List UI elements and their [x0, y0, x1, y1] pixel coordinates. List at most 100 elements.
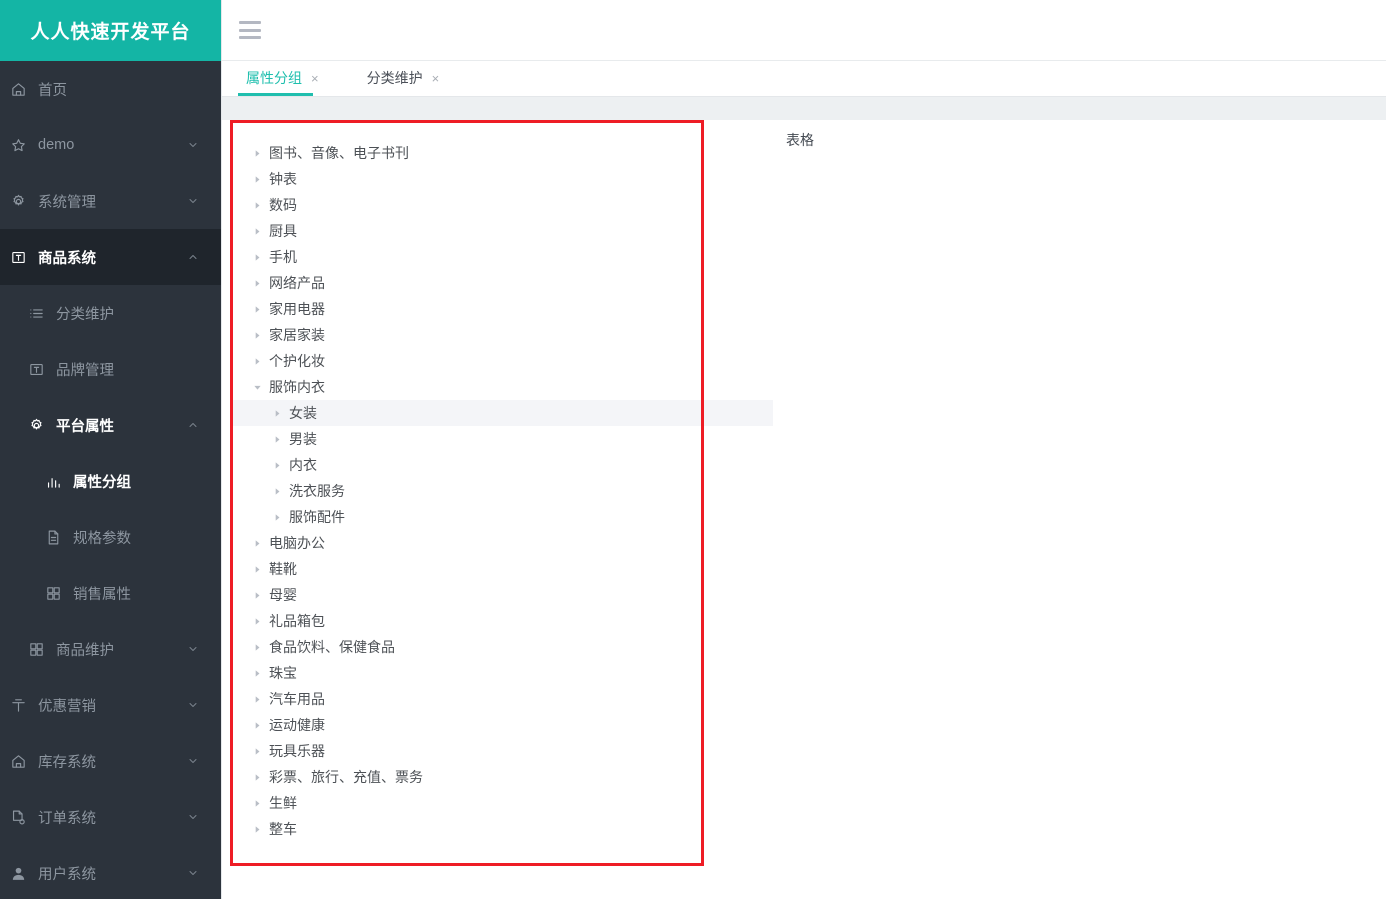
- caret-right-icon[interactable]: [249, 691, 265, 707]
- tree-node[interactable]: 母婴: [233, 582, 773, 608]
- close-icon[interactable]: ×: [311, 72, 319, 85]
- sidebar-item-8[interactable]: 规格参数: [0, 509, 221, 565]
- caret-right-icon[interactable]: [249, 353, 265, 369]
- caret-right-icon[interactable]: [249, 769, 265, 785]
- tree-node[interactable]: 钟表: [233, 166, 773, 192]
- tree-node[interactable]: 网络产品: [233, 270, 773, 296]
- tree-node[interactable]: 珠宝: [233, 660, 773, 686]
- tree-node[interactable]: 洗衣服务: [233, 478, 773, 504]
- sidebar-item-7[interactable]: 属性分组: [0, 453, 221, 509]
- caret-right-icon[interactable]: [249, 145, 265, 161]
- caret-right-icon[interactable]: [249, 717, 265, 733]
- tree-node-label: 内衣: [289, 457, 317, 473]
- tree-node[interactable]: 汽车用品: [233, 686, 773, 712]
- order-icon: [10, 807, 38, 827]
- sidebar-item-12[interactable]: 库存系统: [0, 733, 221, 789]
- app-root: 人人快速开发平台 首页 demo 系统管理 商品系统 分类维护 品牌管理 平台属性 属性分组规…: [0, 0, 1386, 899]
- grid-icon: [45, 583, 73, 603]
- tree-node-label: 母婴: [269, 587, 297, 603]
- tree-node[interactable]: 彩票、旅行、充值、票务: [233, 764, 773, 790]
- sidebar-item-label: 平台属性: [56, 418, 114, 435]
- sidebar-item-4[interactable]: 分类维护: [0, 285, 221, 341]
- caret-right-icon[interactable]: [249, 327, 265, 343]
- tree-node[interactable]: 男装: [233, 426, 773, 452]
- sidebar-item-6[interactable]: 平台属性: [0, 397, 221, 453]
- sidebar-item-3[interactable]: 商品系统: [0, 229, 221, 285]
- chevron-down-icon: [187, 867, 199, 879]
- content-top-strip: [222, 97, 1386, 120]
- tree-node[interactable]: 图书、音像、电子书刊: [233, 140, 773, 166]
- caret-right-icon[interactable]: [269, 483, 285, 499]
- hamburger-icon[interactable]: [239, 21, 261, 39]
- sidebar-item-0[interactable]: 首页: [0, 61, 221, 117]
- caret-down-icon[interactable]: [249, 379, 265, 395]
- tree-node[interactable]: 服饰配件: [233, 504, 773, 530]
- sidebar-item-label: 商品维护: [56, 642, 114, 659]
- sidebar-item-5[interactable]: 品牌管理: [0, 341, 221, 397]
- tree-node[interactable]: 玩具乐器: [233, 738, 773, 764]
- content-panel: 图书、音像、电子书刊 钟表 数码 厨具 手机 网络产品 家用电器 家居家装 个护化妆 服饰内衣 女装…: [222, 120, 1386, 899]
- tab-0[interactable]: 属性分组 ×: [238, 60, 327, 96]
- tree-node[interactable]: 电脑办公: [233, 530, 773, 556]
- tree-node[interactable]: 家用电器: [233, 296, 773, 322]
- sidebar-item-1[interactable]: demo: [0, 117, 221, 173]
- sidebar-item-14[interactable]: 用户系统: [0, 845, 221, 899]
- tree-node[interactable]: 礼品箱包: [233, 608, 773, 634]
- caret-right-icon[interactable]: [249, 275, 265, 291]
- caret-right-icon[interactable]: [249, 743, 265, 759]
- tree-node[interactable]: 女装: [233, 400, 773, 426]
- chevron-up-icon: [187, 419, 199, 431]
- caret-right-icon[interactable]: [269, 405, 285, 421]
- caret-right-icon[interactable]: [249, 197, 265, 213]
- tree-node-label: 鞋靴: [269, 561, 297, 577]
- sidebar-item-11[interactable]: 优惠营销: [0, 677, 221, 733]
- tree-node[interactable]: 数码: [233, 192, 773, 218]
- caret-right-icon[interactable]: [269, 509, 285, 525]
- sidebar-nav: 首页 demo 系统管理 商品系统 分类维护品牌管理平台属性属性分组 规格参数 销售属性商品…: [0, 61, 221, 899]
- caret-right-icon[interactable]: [249, 665, 265, 681]
- tree-node[interactable]: 内衣: [233, 452, 773, 478]
- tree-node[interactable]: 食品饮料、保健食品: [233, 634, 773, 660]
- tree-node[interactable]: 服饰内衣: [233, 374, 773, 400]
- tree-node-label: 珠宝: [269, 665, 297, 681]
- tree-node[interactable]: 家居家装: [233, 322, 773, 348]
- caret-right-icon[interactable]: [249, 613, 265, 629]
- tag-icon: [10, 695, 38, 715]
- tree-node-label: 男装: [289, 431, 317, 447]
- sidebar-item-10[interactable]: 商品维护: [0, 621, 221, 677]
- sidebar-item-13[interactable]: 订单系统: [0, 789, 221, 845]
- caret-right-icon[interactable]: [249, 561, 265, 577]
- sidebar-item-label: 品牌管理: [56, 362, 114, 379]
- tab-label: 属性分组: [246, 70, 302, 86]
- caret-right-icon[interactable]: [249, 223, 265, 239]
- tree-node[interactable]: 生鲜: [233, 790, 773, 816]
- tree-node-label: 生鲜: [269, 795, 297, 811]
- tree-node[interactable]: 鞋靴: [233, 556, 773, 582]
- tree-node-label: 洗衣服务: [289, 483, 345, 499]
- tree-node[interactable]: 个护化妆: [233, 348, 773, 374]
- sidebar-item-2[interactable]: 系统管理: [0, 173, 221, 229]
- caret-right-icon[interactable]: [249, 795, 265, 811]
- sidebar-item-9[interactable]: 销售属性: [0, 565, 221, 621]
- caret-right-icon[interactable]: [249, 535, 265, 551]
- caret-right-icon[interactable]: [269, 431, 285, 447]
- tree-node[interactable]: 整车: [233, 816, 773, 842]
- close-icon[interactable]: ×: [432, 72, 440, 85]
- user-icon: [10, 863, 38, 883]
- tree-node[interactable]: 运动健康: [233, 712, 773, 738]
- caret-right-icon[interactable]: [249, 171, 265, 187]
- tree-node[interactable]: 厨具: [233, 218, 773, 244]
- tab-1[interactable]: 分类维护 ×: [359, 60, 448, 96]
- chevron-down-icon: [187, 811, 199, 823]
- caret-right-icon[interactable]: [249, 587, 265, 603]
- tree-node-label: 电脑办公: [269, 535, 325, 551]
- tree-node[interactable]: 手机: [233, 244, 773, 270]
- caret-right-icon[interactable]: [249, 639, 265, 655]
- caret-right-icon[interactable]: [249, 301, 265, 317]
- caret-right-icon[interactable]: [249, 821, 265, 837]
- bar-chart-icon: [45, 471, 73, 491]
- caret-right-icon[interactable]: [269, 457, 285, 473]
- caret-right-icon[interactable]: [249, 249, 265, 265]
- window-icon: [28, 359, 56, 379]
- tab-bar: 属性分组 × 分类维护 ×: [222, 61, 1386, 97]
